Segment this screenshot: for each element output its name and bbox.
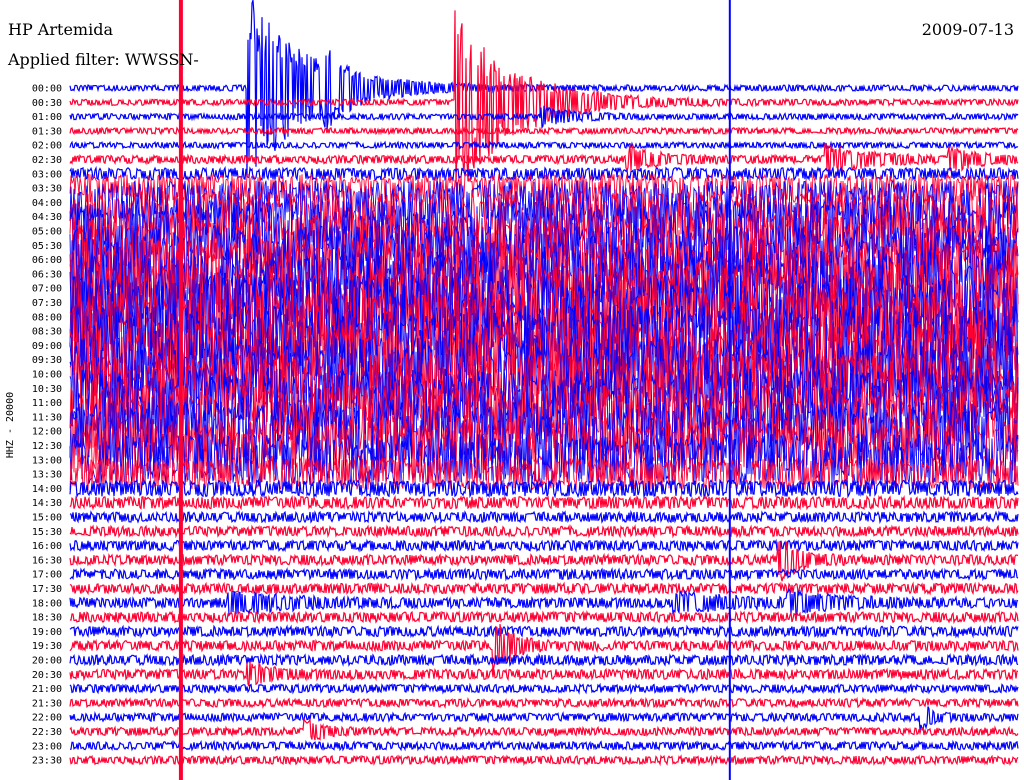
row-time-label: 10:00: [32, 370, 62, 381]
trace-row: [69, 143, 1019, 174]
row-time-label: 01:30: [32, 126, 62, 137]
row-time-label: 04:30: [32, 212, 62, 223]
row-time-label: 11:30: [32, 412, 62, 423]
row-time-label: 11:00: [32, 398, 62, 409]
row-label-group: 00:00 00:30 01:00 01:30 02:00 02:30 03:00 03:30…: [32, 84, 62, 767]
row-time-label: 22:30: [32, 727, 62, 738]
row-time-label: 02:00: [32, 141, 62, 152]
row-time-label: 13:00: [32, 455, 62, 466]
row-time-label: 18:00: [32, 598, 62, 609]
trace-row: [69, 706, 1019, 732]
row-time-label: 04:00: [32, 198, 62, 209]
trace-row: [69, 581, 1019, 596]
trace-row: [69, 696, 1019, 709]
trace-row: [69, 610, 1019, 625]
trace-row: [69, 567, 1019, 582]
row-time-label: 06:00: [32, 255, 62, 266]
row-time-label: 00:00: [32, 84, 62, 95]
row-time-label: 05:30: [32, 241, 62, 252]
row-time-label: 19:30: [32, 641, 62, 652]
row-time-label: 05:00: [32, 227, 62, 238]
row-time-label: 17:30: [32, 584, 62, 595]
row-time-label: 20:00: [32, 656, 62, 667]
row-time-label: 03:30: [32, 184, 62, 195]
trace-row: [69, 754, 1019, 767]
trace-row: [69, 494, 1019, 511]
row-time-label: 00:30: [32, 98, 62, 109]
trace-row: [69, 661, 1019, 687]
row-time-label: 09:00: [32, 341, 62, 352]
row-time-label: 08:00: [32, 312, 62, 323]
filter-label: Applied filter: WWSSN-: [8, 50, 199, 69]
row-time-label: 16:30: [32, 555, 62, 566]
row-time-label: 12:00: [32, 427, 62, 438]
row-time-label: 12:30: [32, 441, 62, 452]
row-time-label: 16:00: [32, 541, 62, 552]
row-time-label: 06:30: [32, 269, 62, 280]
helicorder-plot: 00:00 00:30 01:00 01:30 02:00 02:30 03:00 03:30…: [5, 0, 1019, 780]
row-time-label: 22:00: [32, 713, 62, 724]
row-time-label: 07:00: [32, 284, 62, 295]
row-time-label: 23:00: [32, 741, 62, 752]
trace-row: [69, 105, 1019, 130]
trace-row: [69, 524, 1019, 539]
row-time-label: 02:30: [32, 155, 62, 166]
row-time-label: 15:30: [32, 527, 62, 538]
trace-row: [69, 125, 1019, 136]
row-time-label: 15:00: [32, 513, 62, 524]
date-label: 2009-07-13: [921, 20, 1014, 39]
row-time-label: 14:00: [32, 484, 62, 495]
trace-row: [69, 538, 1019, 553]
row-time-label: 21:30: [32, 698, 62, 709]
trace-row: [69, 717, 1019, 741]
trace-row: [69, 682, 1019, 695]
row-time-label: 14:30: [32, 498, 62, 509]
trace-row: [69, 739, 1019, 752]
row-time-label: 23:30: [32, 756, 62, 767]
station-title: HP Artemida: [8, 20, 113, 39]
trace-row: [69, 140, 1019, 150]
row-time-label: 17:00: [32, 570, 62, 581]
row-time-label: 09:30: [32, 355, 62, 366]
trace-row: [69, 587, 1019, 617]
row-time-label: 20:30: [32, 670, 62, 681]
row-time-label: 19:00: [32, 627, 62, 638]
trace-row: [69, 624, 1019, 639]
row-time-label: 08:30: [32, 327, 62, 338]
row-time-label: 21:00: [32, 684, 62, 695]
row-time-label: 03:00: [32, 169, 62, 180]
row-time-label: 10:30: [32, 384, 62, 395]
row-time-label: 07:30: [32, 298, 62, 309]
trace-row: [69, 652, 1019, 668]
trace-group: [69, 0, 1019, 767]
row-time-label: 13:30: [32, 470, 62, 481]
trace-row: [69, 509, 1019, 525]
row-time-label: 01:00: [32, 112, 62, 123]
channel-label: HHZ - 20000: [5, 392, 16, 458]
row-time-label: 18:30: [32, 613, 62, 624]
